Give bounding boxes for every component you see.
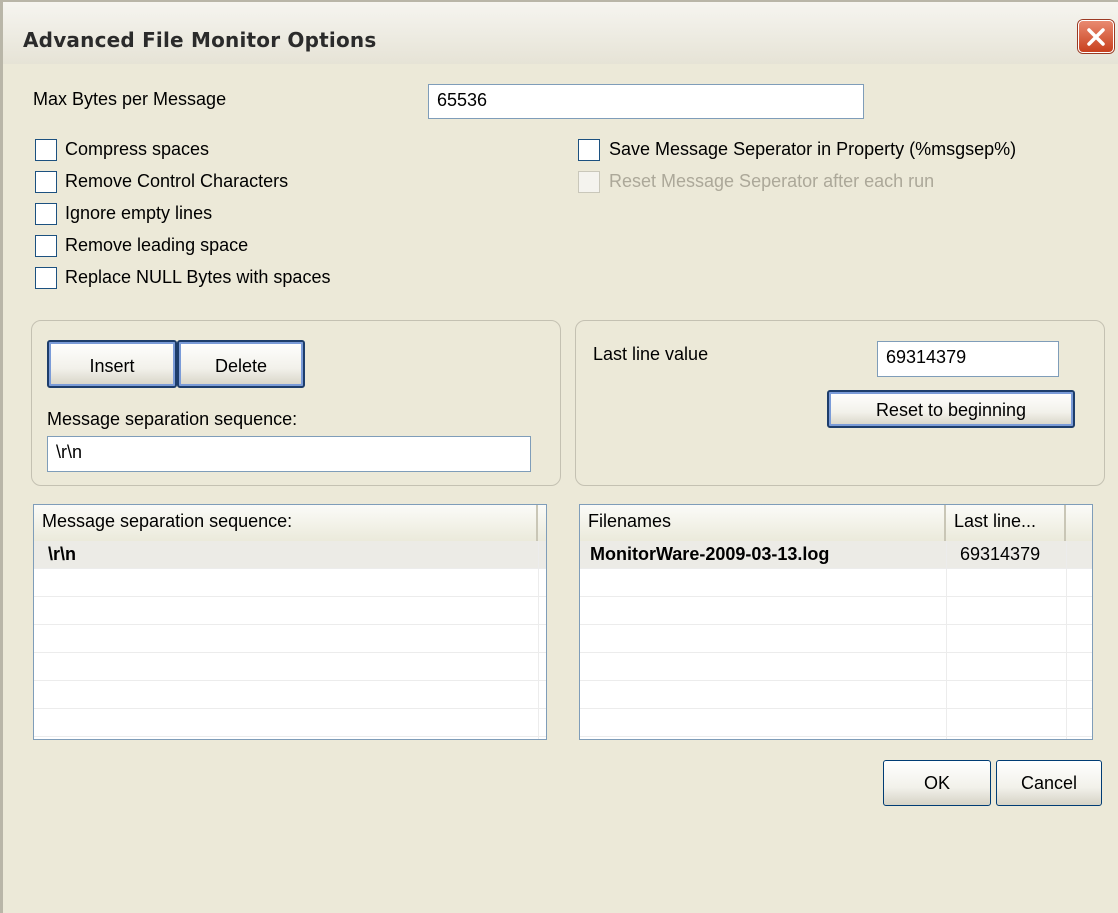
table-row[interactable] (34, 709, 546, 737)
separator-column-header[interactable]: Message separation sequence: (34, 505, 538, 541)
title-bar[interactable]: Advanced File Monitor Options (3, 2, 1118, 64)
remove-leading-space-checkbox[interactable] (35, 235, 57, 257)
dialog-window: Advanced File Monitor Options Max Bytes … (0, 0, 1118, 913)
table-row[interactable] (580, 653, 1092, 681)
max-bytes-label: Max Bytes per Message (33, 89, 227, 109)
table-row[interactable] (34, 597, 546, 625)
compress-spaces-label: Compress spaces (65, 139, 210, 159)
filenames-column-header[interactable]: Filenames (580, 505, 946, 541)
ok-button[interactable]: OK (883, 760, 991, 806)
lastline-column-header[interactable]: Last line... (946, 505, 1066, 541)
table-row[interactable] (580, 597, 1092, 625)
table-row[interactable] (580, 709, 1092, 737)
table-row[interactable] (34, 681, 546, 709)
table-row[interactable] (34, 625, 546, 653)
sequence-input[interactable]: \r\n (47, 436, 531, 472)
window-title: Advanced File Monitor Options (23, 28, 377, 52)
separator-list[interactable]: Message separation sequence: \r\n (33, 504, 547, 740)
close-button[interactable] (1078, 20, 1114, 53)
delete-button[interactable]: Delete (177, 340, 305, 388)
table-row[interactable] (580, 681, 1092, 709)
save-msgsep-label: Save Message Seperator in Property (%msg… (609, 139, 1017, 159)
replace-null-bytes-label: Replace NULL Bytes with spaces (65, 267, 331, 287)
reset-msgsep-checkbox[interactable] (578, 171, 600, 193)
compress-spaces-checkbox[interactable] (35, 139, 57, 161)
save-msgsep-checkbox[interactable] (578, 139, 600, 161)
separator-list-header: Message separation sequence: (34, 505, 546, 543)
lastline-input[interactable]: 69314379 (877, 341, 1059, 377)
separator-cell: \r\n (48, 544, 77, 564)
lastline-cell: 69314379 (960, 544, 1041, 564)
sequence-label: Message separation sequence: (47, 409, 298, 429)
column-divider (538, 541, 539, 739)
table-row[interactable] (34, 569, 546, 597)
column-divider (1066, 541, 1067, 739)
remove-control-chars-label: Remove Control Characters (65, 171, 289, 191)
column-divider (946, 541, 947, 739)
reset-to-beginning-button[interactable]: Reset to beginning (827, 390, 1075, 428)
ignore-empty-lines-checkbox[interactable] (35, 203, 57, 225)
files-list-header: Filenames Last line... (580, 505, 1092, 543)
remove-leading-space-label: Remove leading space (65, 235, 249, 255)
table-row[interactable] (580, 569, 1092, 597)
table-row[interactable]: \r\n (34, 541, 546, 569)
table-row[interactable]: MonitorWare-2009-03-13.log 69314379 (580, 541, 1092, 569)
table-row[interactable] (580, 625, 1092, 653)
reset-msgsep-label: Reset Message Seperator after each run (609, 171, 935, 191)
lastline-label: Last line value (593, 344, 709, 364)
files-list[interactable]: Filenames Last line... MonitorWare-2009-… (579, 504, 1093, 740)
replace-null-bytes-checkbox[interactable] (35, 267, 57, 289)
filename-cell: MonitorWare-2009-03-13.log (590, 544, 830, 564)
max-bytes-input[interactable]: 65536 (428, 84, 864, 119)
close-icon (1087, 28, 1105, 46)
table-row[interactable] (34, 653, 546, 681)
insert-button[interactable]: Insert (47, 340, 177, 388)
cancel-button[interactable]: Cancel (996, 760, 1102, 806)
ignore-empty-lines-label: Ignore empty lines (65, 203, 213, 223)
remove-control-chars-checkbox[interactable] (35, 171, 57, 193)
